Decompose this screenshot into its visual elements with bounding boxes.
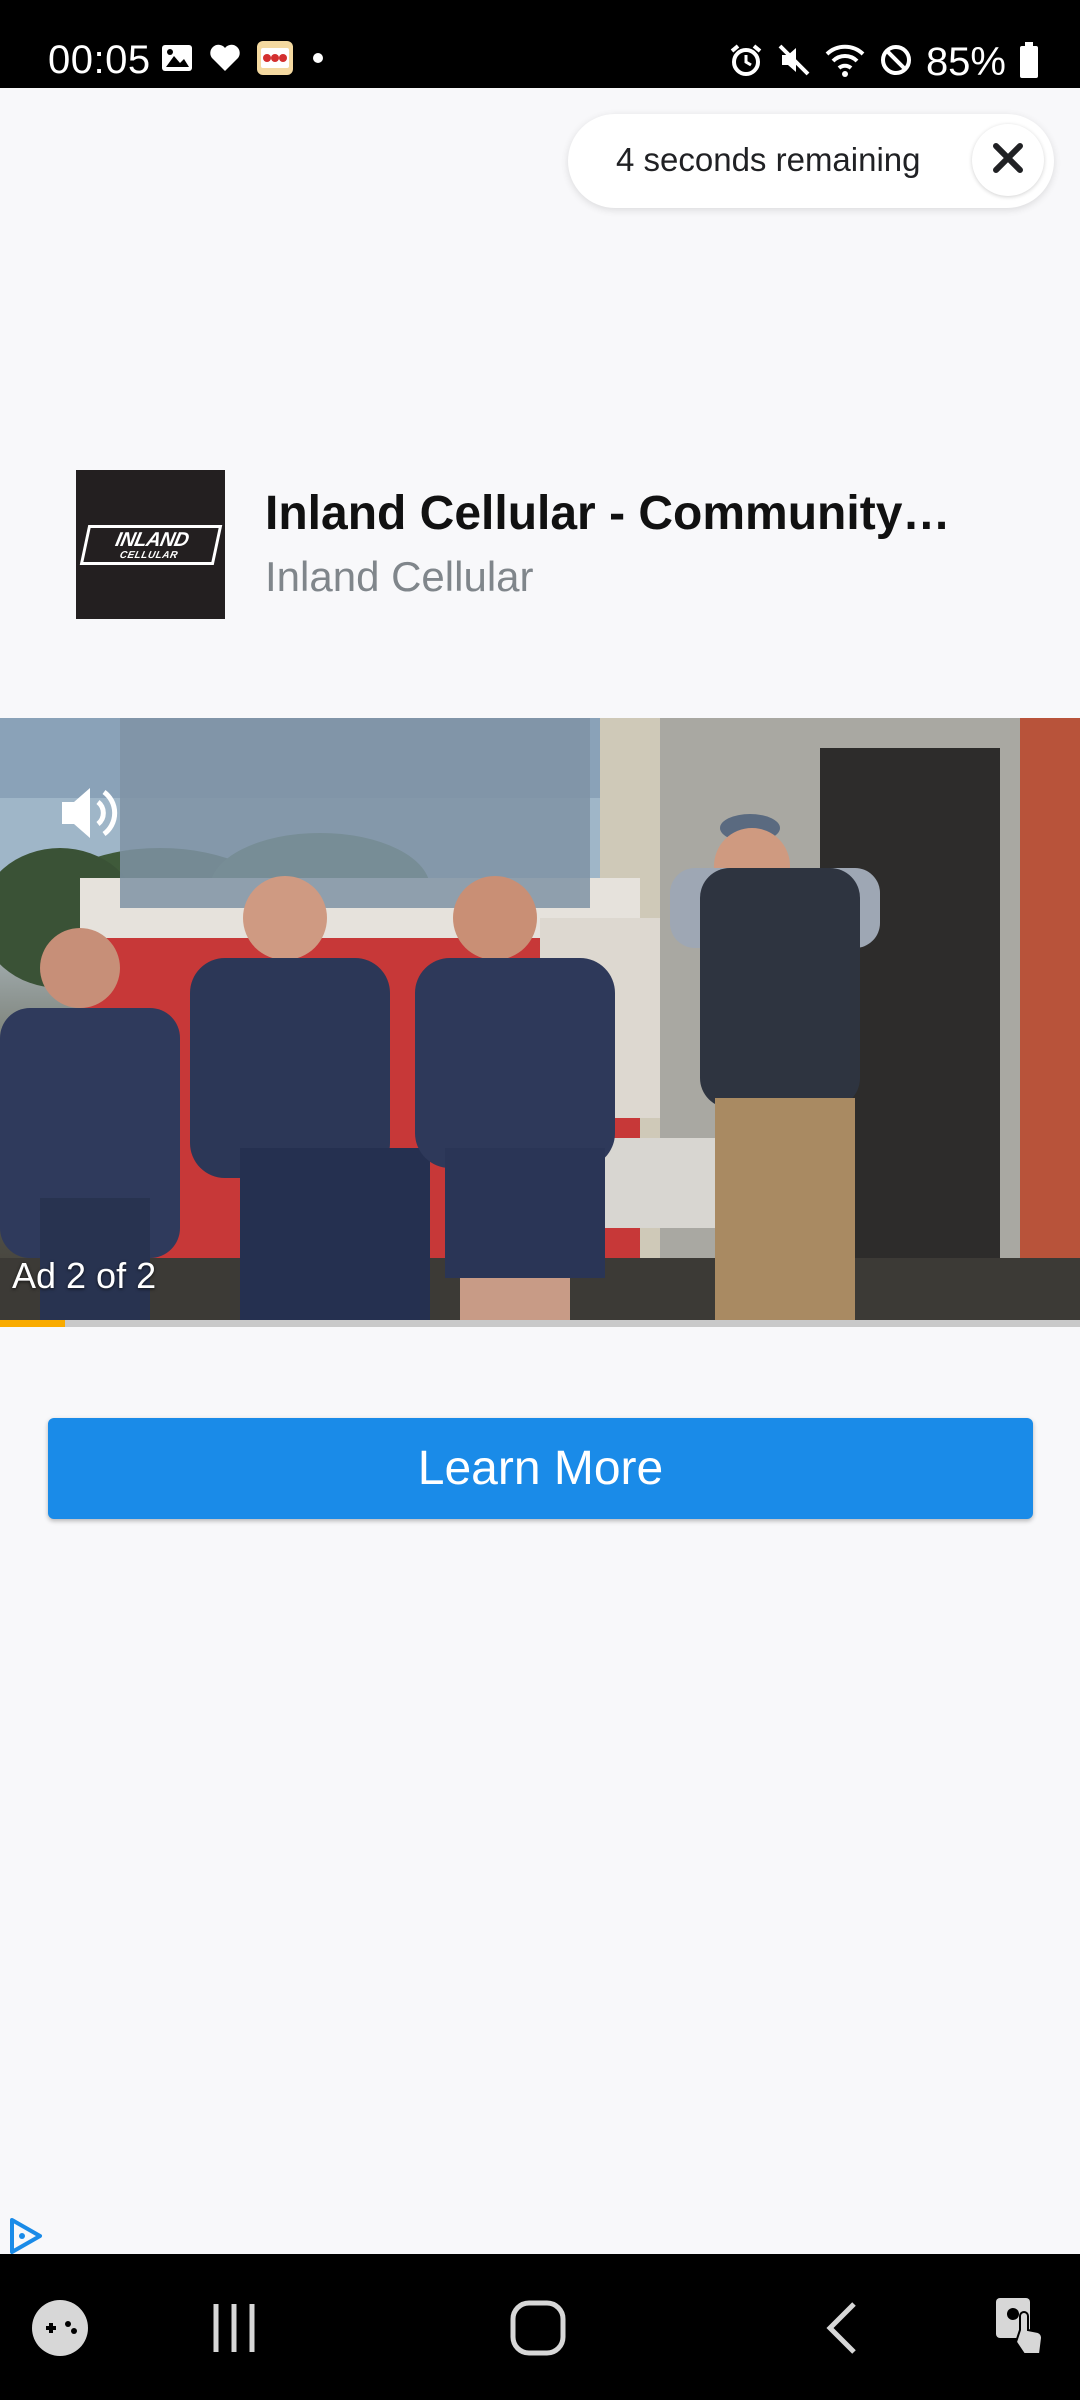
heart-icon bbox=[208, 43, 242, 78]
ad-title[interactable]: Inland Cellular - Community… bbox=[265, 484, 985, 544]
ad-counter: Ad 2 of 2 bbox=[12, 1255, 157, 1296]
recents-icon[interactable] bbox=[206, 2300, 262, 2361]
battery-percentage: 85% bbox=[925, 40, 1006, 84]
mute-icon bbox=[776, 42, 812, 83]
accessibility-icon[interactable] bbox=[990, 2294, 1054, 2365]
close-icon bbox=[990, 140, 1026, 181]
logo-badge: INLAND CELLULAR bbox=[79, 524, 222, 565]
do-not-disturb-icon bbox=[878, 42, 914, 83]
slots-app-icon bbox=[256, 40, 294, 81]
learn-more-button[interactable]: Learn More bbox=[48, 1418, 1033, 1519]
video-frame bbox=[0, 718, 1080, 1320]
logo-text: INLAND bbox=[113, 528, 191, 550]
back-icon[interactable] bbox=[818, 2298, 864, 2363]
logo-subtext: CELLULAR bbox=[118, 549, 179, 560]
volume-icon[interactable] bbox=[54, 778, 124, 853]
advertiser-name[interactable]: Inland Cellular bbox=[265, 548, 534, 606]
ad-video[interactable]: Ad 2 of 2 bbox=[0, 718, 1080, 1320]
status-bar: 00:05 85% bbox=[0, 0, 1080, 88]
alarm-icon bbox=[728, 42, 764, 83]
gallery-icon bbox=[160, 43, 194, 78]
countdown-text: 4 seconds remaining bbox=[616, 141, 921, 178]
status-system-icons: 85% bbox=[728, 38, 1040, 86]
game-launcher-icon[interactable] bbox=[30, 2298, 90, 2363]
status-time: 00:05 bbox=[48, 38, 151, 82]
dot-icon bbox=[308, 48, 328, 73]
ad-countdown-pill: 4 seconds remaining bbox=[568, 114, 1054, 208]
video-progress-bar bbox=[0, 1320, 1080, 1327]
video-progress-fill bbox=[0, 1320, 65, 1327]
home-icon[interactable] bbox=[508, 2298, 568, 2363]
navigation-bar bbox=[0, 2254, 1080, 2400]
battery-icon bbox=[1018, 41, 1040, 84]
wifi-icon bbox=[824, 42, 866, 83]
close-ad-button[interactable] bbox=[972, 124, 1044, 196]
advertiser-logo[interactable]: INLAND CELLULAR bbox=[76, 470, 225, 619]
status-notification-icons bbox=[160, 40, 328, 81]
